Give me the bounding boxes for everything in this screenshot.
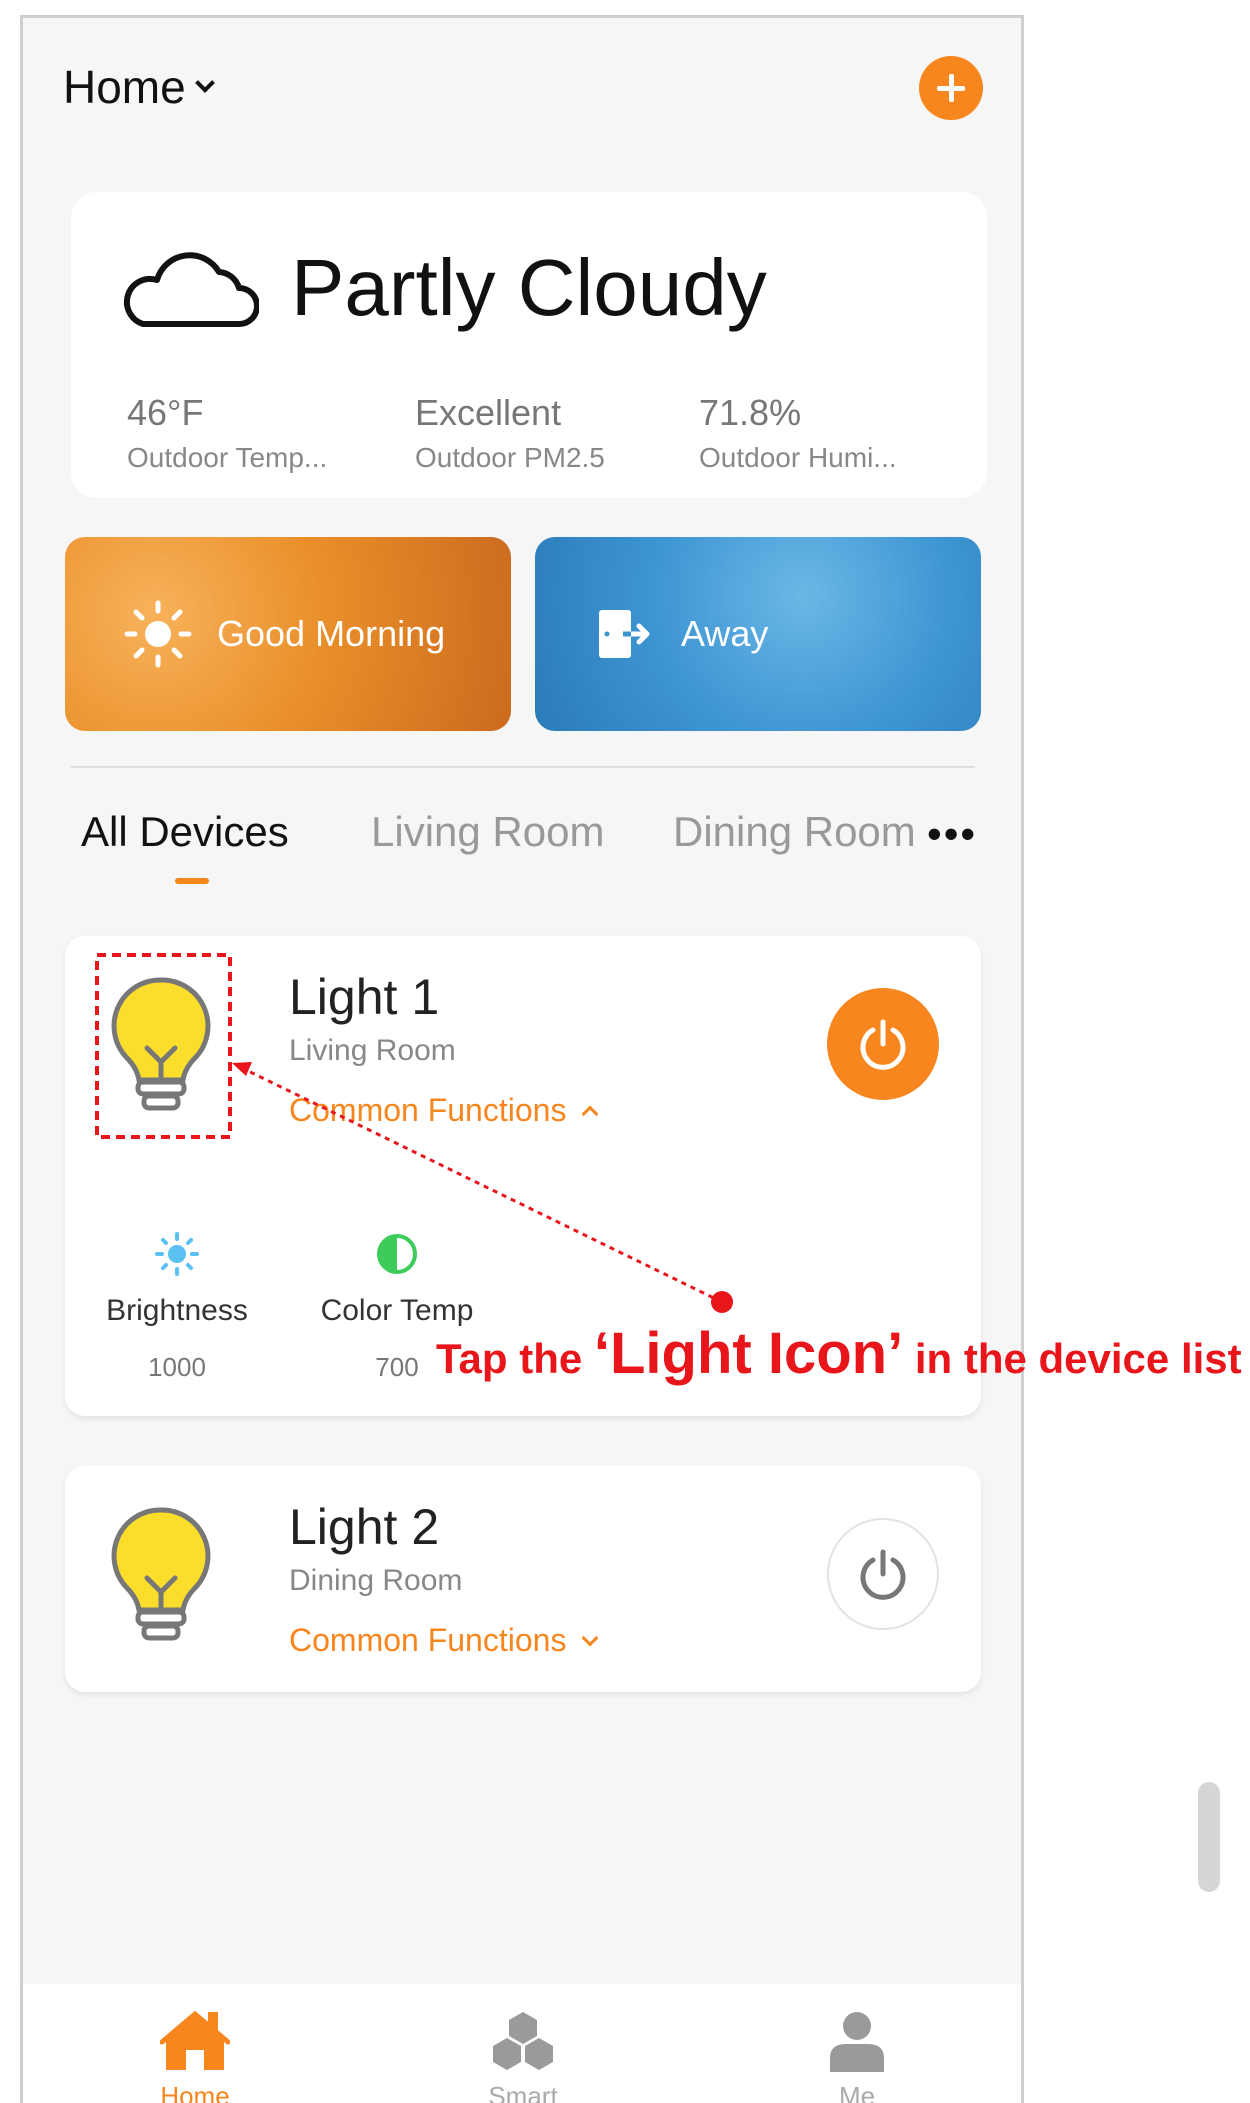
stat-label: Outdoor Temp... xyxy=(127,442,328,473)
user-icon xyxy=(830,2012,884,2072)
scene-good-morning[interactable]: Good Morning xyxy=(65,537,511,731)
cloud-icon xyxy=(123,252,259,327)
nav-me[interactable]: Me xyxy=(787,2010,927,2103)
more-tabs-icon[interactable]: ••• xyxy=(927,810,977,858)
nav-smart[interactable]: Smart xyxy=(453,2010,593,2103)
common-functions-toggle[interactable]: Common Functions xyxy=(289,1092,599,1129)
common-functions-label: Common Functions xyxy=(289,1622,567,1658)
stat-value: 71.8% xyxy=(699,392,802,433)
sun-icon xyxy=(123,599,193,669)
bottom-nav: Home Smart Me xyxy=(23,1984,1021,2103)
light-bulb-icon[interactable] xyxy=(111,1506,211,1642)
annotation-text-before: Tap the xyxy=(436,1335,594,1382)
leave-home-icon xyxy=(597,608,651,660)
power-button[interactable] xyxy=(827,988,939,1100)
tab-living-room[interactable]: Living Room xyxy=(371,808,604,856)
smart-icon xyxy=(493,2012,553,2070)
tab-dining-room[interactable]: Dining Room xyxy=(673,808,928,856)
device-name: Light 2 xyxy=(289,1499,440,1555)
weather-stat-temp: 46°F Outdoor Temp... xyxy=(127,392,327,474)
nav-label: Me xyxy=(838,2081,876,2103)
nav-label: Smart xyxy=(488,2081,558,2103)
annotation-text-highlight: ‘Light Icon’ xyxy=(593,1321,904,1386)
scene-label: Good Morning xyxy=(217,613,446,654)
weather-stat-pm25: Excellent Outdoor PM2.5 xyxy=(415,392,605,474)
stat-value: Excellent xyxy=(415,392,562,433)
stat-label: Outdoor Humi... xyxy=(699,442,897,473)
brightness-icon xyxy=(87,1228,267,1280)
power-button[interactable] xyxy=(827,1518,939,1630)
chevron-down-icon xyxy=(194,73,215,93)
home-selector[interactable]: Home xyxy=(63,60,215,114)
device-room: Dining Room xyxy=(289,1564,463,1597)
function-value: 1000 xyxy=(148,1352,206,1382)
add-device-button[interactable] xyxy=(919,56,983,120)
color-temp-icon xyxy=(307,1228,487,1280)
light-bulb-icon[interactable] xyxy=(111,976,211,1112)
function-brightness[interactable]: Brightness 1000 xyxy=(87,1228,267,1383)
power-icon xyxy=(860,1019,906,1070)
tab-all-devices[interactable]: All Devices xyxy=(81,808,289,856)
common-functions-label: Common Functions xyxy=(289,1092,567,1128)
scene-away[interactable]: Away xyxy=(535,537,981,731)
tab-dining-room-clip: Dining Room xyxy=(673,808,928,868)
app-screen: Home Partly Cloudy 46°F Outdoor Temp... … xyxy=(20,15,1024,2103)
stat-value: 46°F xyxy=(127,392,204,433)
scene-label: Away xyxy=(681,613,769,654)
weather-condition: Partly Cloudy xyxy=(291,243,767,332)
stat-label: Outdoor PM2.5 xyxy=(415,442,605,473)
device-name: Light 1 xyxy=(289,969,440,1025)
annotation-text: Tap the ‘Light Icon’ in the device list xyxy=(436,1320,1242,1387)
power-icon xyxy=(860,1549,906,1600)
active-tab-indicator xyxy=(175,878,209,884)
divider xyxy=(71,766,975,768)
chevron-down-icon xyxy=(581,1629,599,1646)
device-card-light-2[interactable]: Light 2 Dining Room Common Functions xyxy=(65,1466,981,1692)
nav-label: Home xyxy=(160,2081,230,2103)
weather-card[interactable]: Partly Cloudy 46°F Outdoor Temp... Excel… xyxy=(71,192,987,498)
device-room: Living Room xyxy=(289,1034,456,1067)
scrollbar[interactable] xyxy=(1198,1782,1220,1892)
nav-home[interactable]: Home xyxy=(125,2010,265,2103)
home-title: Home xyxy=(63,61,186,113)
annotation-text-after: in the device list xyxy=(903,1335,1242,1382)
home-icon xyxy=(159,2010,231,2070)
chevron-up-icon xyxy=(581,1105,599,1122)
weather-stat-humidity: 71.8% Outdoor Humi... xyxy=(699,392,897,474)
common-functions-toggle[interactable]: Common Functions xyxy=(289,1622,599,1659)
function-label: Brightness xyxy=(106,1294,248,1327)
